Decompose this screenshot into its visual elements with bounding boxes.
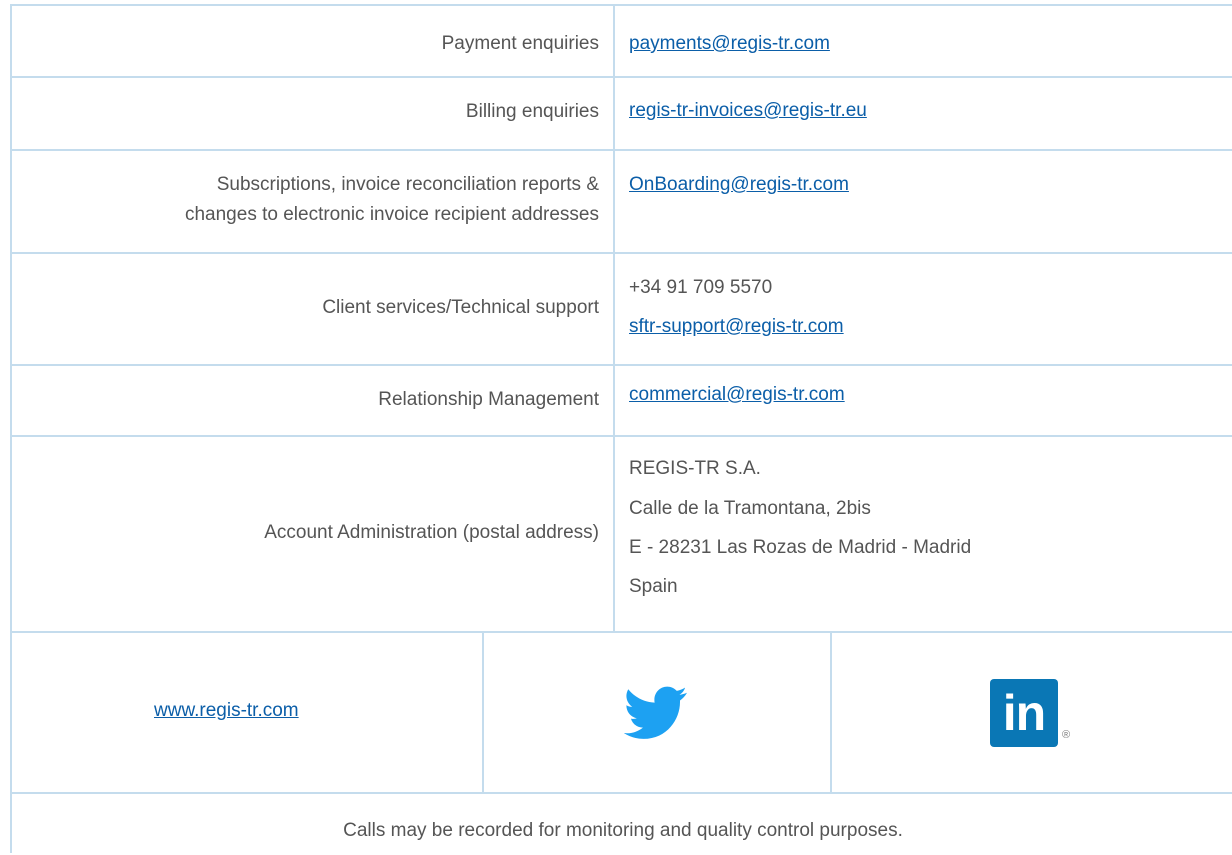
support-email-link[interactable]: sftr-support@regis-tr.com	[629, 313, 844, 341]
footer-row: Calls may be recorded for monitoring and…	[12, 794, 1232, 855]
contact-row-account-admin: Account Administration (postal address) …	[12, 437, 1232, 633]
address-line-country: Spain	[629, 576, 678, 597]
label-cell: Account Administration (postal address)	[12, 437, 615, 631]
onboarding-email-link[interactable]: OnBoarding@regis-tr.com	[629, 171, 849, 199]
contact-row-subscriptions: Subscriptions, invoice reconciliation re…	[12, 151, 1232, 254]
linkedin-in-icon[interactable]: in	[990, 679, 1058, 747]
payment-label: Payment enquiries	[441, 33, 599, 54]
commercial-email-link[interactable]: commercial@regis-tr.com	[629, 381, 845, 409]
address-line-company: REGIS-TR S.A.	[629, 458, 761, 479]
contact-row-client-services: Client services/Technical support +34 91…	[12, 254, 1232, 366]
subscriptions-label-line2: changes to electronic invoice recipient …	[184, 204, 599, 225]
label-cell: Payment enquiries	[12, 6, 615, 76]
twitter-bird-icon[interactable]	[623, 686, 688, 740]
website-cell: www.regis-tr.com	[12, 633, 484, 792]
client-services-label: Client services/Technical support	[322, 297, 599, 318]
subscriptions-label-line1: Subscriptions, invoice reconciliation re…	[216, 174, 599, 195]
twitter-cell	[484, 633, 832, 792]
value-cell: REGIS-TR S.A. Calle de la Tramontana, 2b…	[629, 437, 1229, 631]
payment-email-link[interactable]: payments@regis-tr.com	[629, 30, 830, 58]
billing-email-link[interactable]: regis-tr-invoices@regis-tr.eu	[629, 97, 867, 125]
support-phone: +34 91 709 5570	[629, 277, 773, 298]
value-cell: regis-tr-invoices@regis-tr.eu	[629, 78, 1229, 149]
contact-table: Payment enquiries payments@regis-tr.com …	[10, 4, 1232, 853]
website-link[interactable]: www.regis-tr.com	[154, 697, 299, 725]
recording-notice: Calls may be recorded for monitoring and…	[343, 820, 903, 841]
billing-label: Billing enquiries	[465, 101, 599, 122]
label-cell: Relationship Management	[12, 366, 615, 435]
address-line-city: E - 28231 Las Rozas de Madrid - Madrid	[629, 537, 972, 558]
label-cell: Subscriptions, invoice reconciliation re…	[12, 151, 615, 252]
label-cell: Client services/Technical support	[12, 254, 615, 364]
account-admin-label: Account Administration (postal address)	[264, 522, 599, 543]
relationship-label: Relationship Management	[378, 389, 599, 410]
social-row: www.regis-tr.com in ®	[12, 633, 1232, 794]
label-cell: Billing enquiries	[12, 78, 615, 149]
contact-row-relationship: Relationship Management commercial@regis…	[12, 366, 1232, 437]
address-line-street: Calle de la Tramontana, 2bis	[629, 498, 871, 519]
value-cell: OnBoarding@regis-tr.com	[629, 151, 1229, 252]
value-cell: +34 91 709 5570 sftr-support@regis-tr.co…	[629, 254, 1229, 364]
linkedin-cell: in ®	[832, 633, 1232, 792]
linkedin-logo-text: in	[1002, 685, 1046, 741]
contact-row-billing: Billing enquiries regis-tr-invoices@regi…	[12, 78, 1232, 151]
contact-row-payment: Payment enquiries payments@regis-tr.com	[12, 6, 1232, 78]
value-cell: commercial@regis-tr.com	[629, 366, 1229, 435]
linkedin-registered-mark: ®	[1062, 729, 1071, 741]
value-cell: payments@regis-tr.com	[629, 6, 1229, 76]
